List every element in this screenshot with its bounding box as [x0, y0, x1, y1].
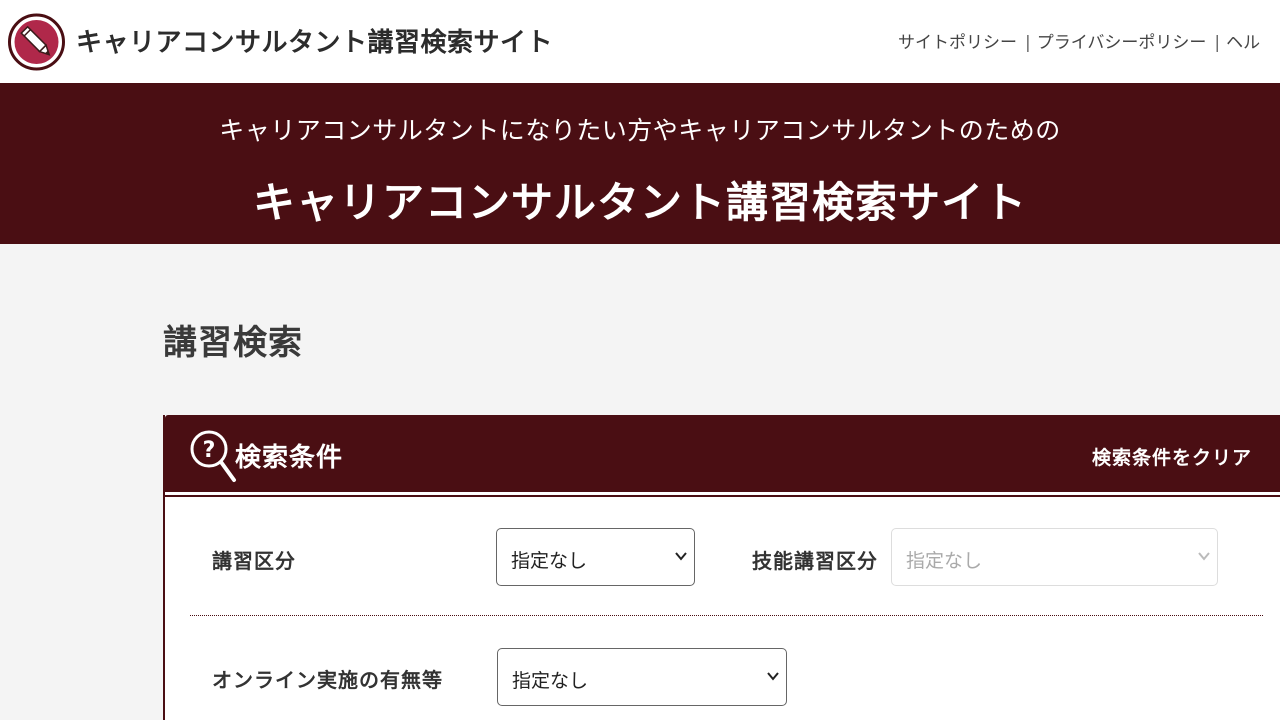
skill-category-value: 指定なし — [906, 550, 983, 572]
course-category-label: 講習区分 — [212, 549, 296, 573]
chevron-down-icon — [675, 552, 687, 561]
question-magnifier-icon: ? — [190, 430, 236, 482]
page-title: 講習検索 — [163, 323, 303, 363]
search-conditions-panel: ? 検索条件 検索条件をクリア 講習区分 指定なし 技能講習区分 指定なし オン… — [163, 415, 1280, 720]
clear-conditions-button[interactable]: 検索条件をクリア — [1092, 443, 1252, 470]
panel-header: ? 検索条件 検索条件をクリア — [165, 415, 1280, 492]
hero-banner: キャリアコンサルタントになりたい方やキャリアコンサルタントのための キャリアコン… — [0, 83, 1280, 244]
panel-title: 検索条件 — [235, 443, 344, 473]
online-value: 指定なし — [512, 670, 589, 692]
site-policy-link[interactable]: サイトポリシー — [898, 28, 1017, 53]
course-category-select[interactable]: 指定なし — [496, 528, 695, 586]
header-nav: サイトポリシー | プライバシーポリシー | ヘル — [898, 28, 1260, 53]
row-divider — [190, 615, 1263, 616]
link-separator: | — [1214, 33, 1221, 53]
chevron-down-icon — [1198, 552, 1210, 561]
skill-category-select: 指定なし — [891, 528, 1218, 586]
help-link[interactable]: ヘル — [1226, 28, 1260, 53]
banner-subtitle: キャリアコンサルタントになりたい方やキャリアコンサルタントのための — [219, 116, 1061, 145]
banner-title: キャリアコンサルタント講習検索サイト — [252, 178, 1027, 227]
site-header: キャリアコンサルタント講習検索サイト サイトポリシー | プライバシーポリシー | ヘル — [0, 0, 1280, 83]
link-separator: | — [1025, 33, 1031, 53]
panel-body: 講習区分 指定なし 技能講習区分 指定なし オンライン実施の有無等 指定なし — [165, 495, 1280, 720]
course-category-value: 指定なし — [511, 550, 588, 572]
online-select[interactable]: 指定なし — [497, 648, 787, 706]
svg-text:?: ? — [203, 438, 216, 463]
skill-category-label: 技能講習区分 — [752, 549, 878, 573]
online-label: オンライン実施の有無等 — [212, 668, 443, 692]
site-logo-pencil-icon[interactable] — [8, 7, 65, 77]
chevron-down-icon — [767, 672, 779, 681]
privacy-policy-link[interactable]: プライバシーポリシー — [1037, 28, 1207, 53]
site-title[interactable]: キャリアコンサルタント講習検索サイト — [76, 22, 553, 59]
